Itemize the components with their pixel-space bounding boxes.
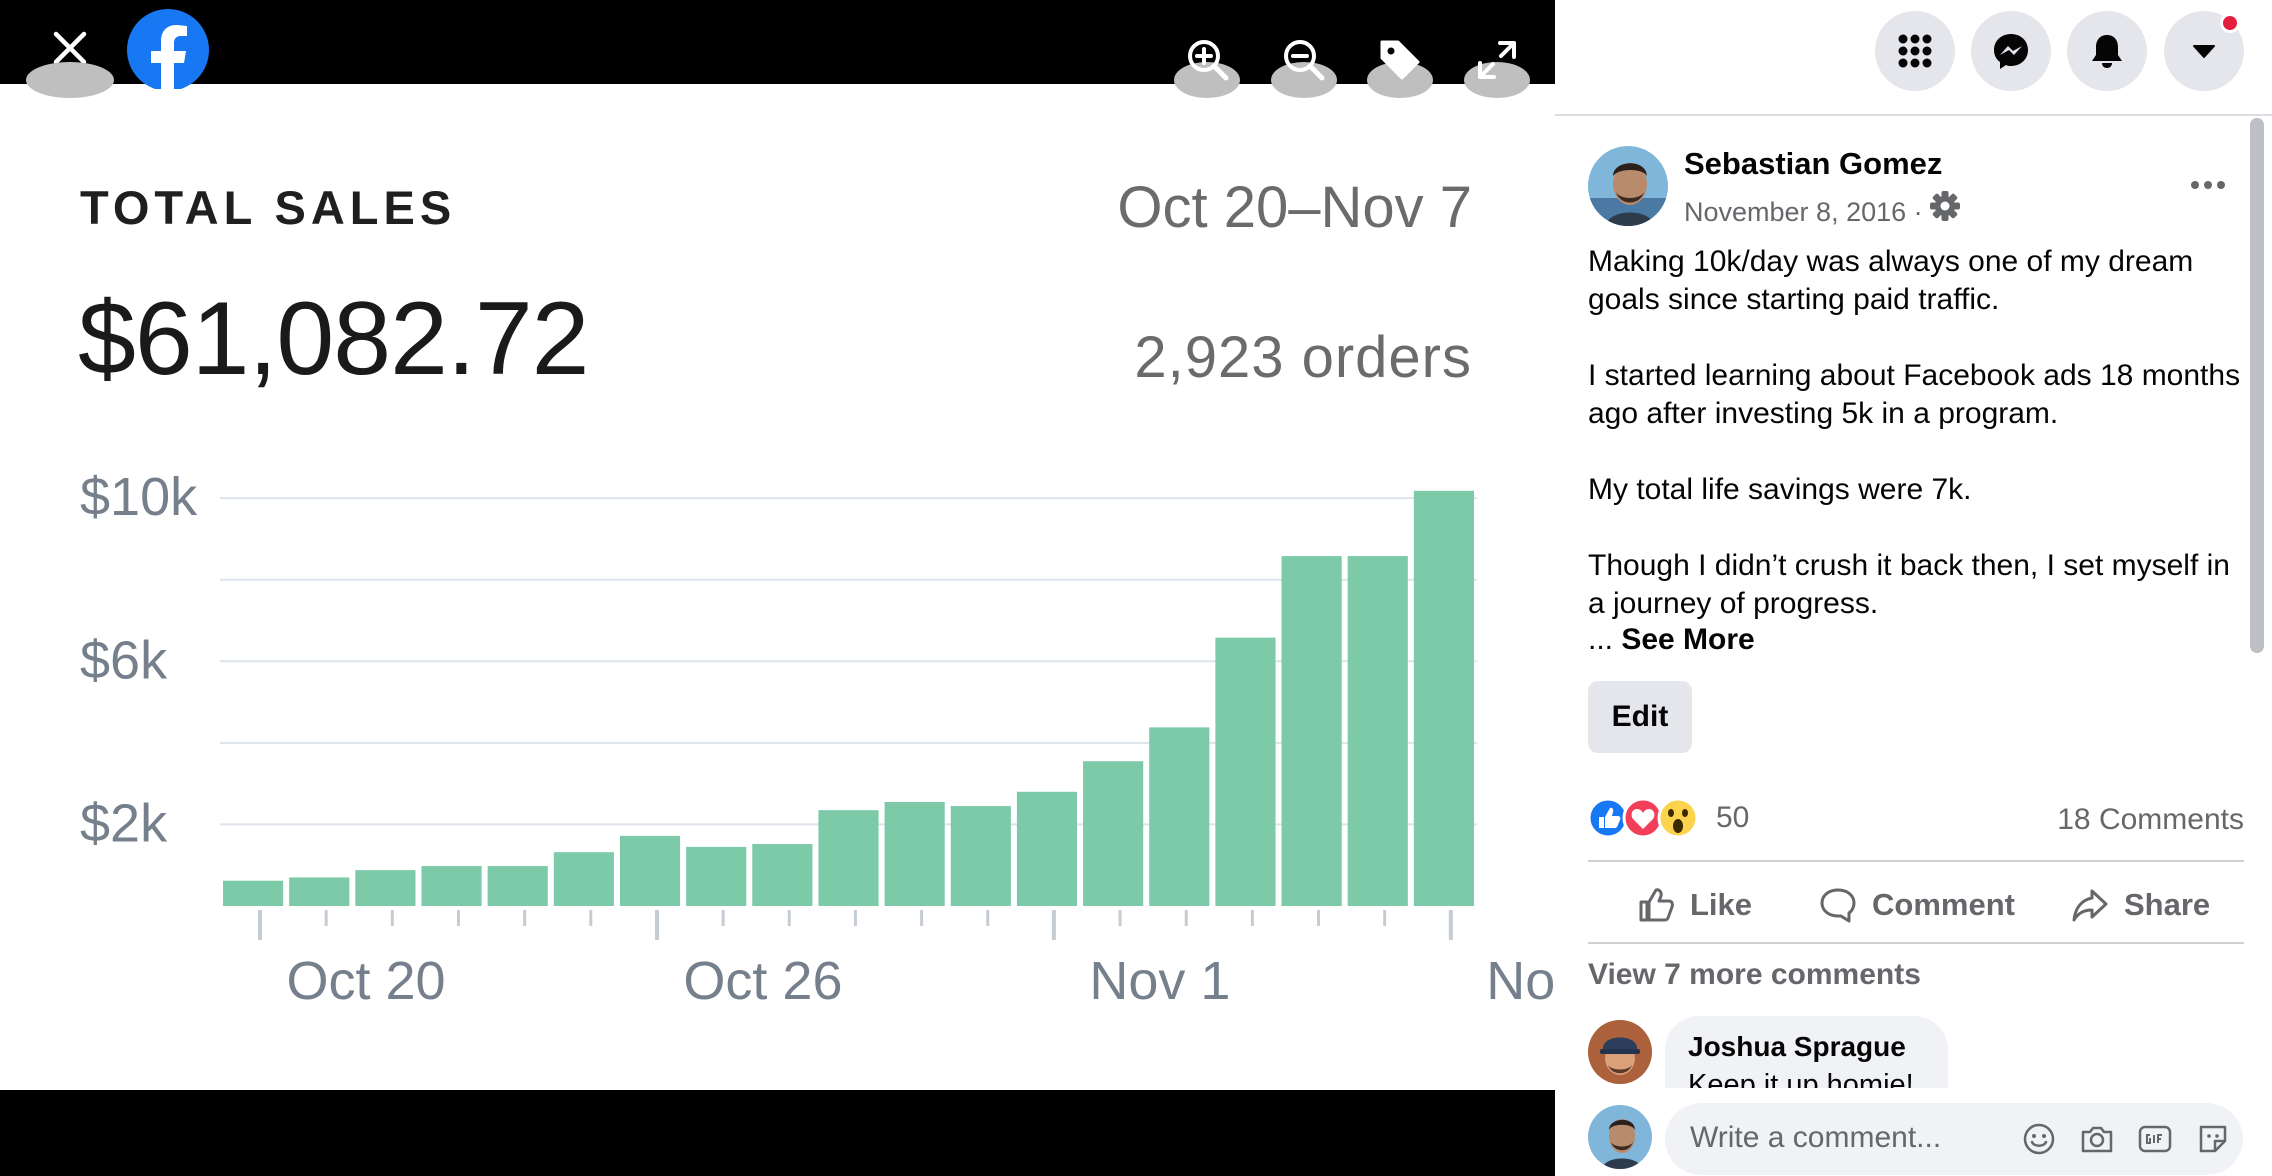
post-date[interactable]: November 8, 2016 · xyxy=(1684,197,1923,228)
date-range: Oct 20–Nov 7 xyxy=(1117,175,1472,240)
chart-bar xyxy=(686,846,747,906)
comment-button[interactable]: Comment xyxy=(1818,880,2015,930)
chart-bar xyxy=(884,802,945,906)
chart-bar xyxy=(752,844,813,906)
reactions-summary[interactable] xyxy=(1587,796,1699,840)
y-tick-label: $10k xyxy=(80,467,198,527)
zoom-out-icon[interactable] xyxy=(1278,34,1330,86)
chart-bar xyxy=(950,806,1011,906)
chart-bar xyxy=(1347,556,1408,906)
chart-bar xyxy=(1149,727,1210,906)
comment-text: Keep it up homie! xyxy=(1688,1069,1914,1088)
post-paragraph: Making 10k/day was always one of my drea… xyxy=(1588,245,2194,316)
love-reaction-icon xyxy=(1622,797,1664,839)
toolbar-shadow xyxy=(26,62,114,98)
scrollbar[interactable] xyxy=(2250,118,2264,653)
chart-bar xyxy=(289,877,350,906)
header-divider xyxy=(1555,114,2272,116)
y-tick-label: $2k xyxy=(80,793,168,853)
tag-icon[interactable] xyxy=(1374,34,1426,86)
gear-icon[interactable] xyxy=(1928,189,1962,223)
messenger-icon[interactable] xyxy=(1971,11,2051,91)
x-tick-label: Oct 20 xyxy=(286,951,445,1011)
post-body: Making 10k/day was always one of my drea… xyxy=(1588,243,2248,623)
like-reaction-icon xyxy=(1587,797,1629,839)
caret-down-icon[interactable] xyxy=(2164,11,2244,91)
notification-dot xyxy=(2220,13,2240,33)
bell-icon[interactable] xyxy=(2067,11,2147,91)
post-paragraph: My total life savings were 7k. xyxy=(1588,473,1972,506)
like-label: Like xyxy=(1690,887,1753,922)
share-label: Share xyxy=(2124,887,2211,922)
author-avatar[interactable] xyxy=(1588,146,1668,226)
commenter-name[interactable]: Joshua Sprague xyxy=(1688,1031,1906,1063)
comment-bubble: Joshua Sprague Keep it up homie! xyxy=(1665,1016,1948,1088)
chart-bar xyxy=(818,810,879,906)
edit-button[interactable]: Edit xyxy=(1588,681,1692,753)
viewer-toolbar xyxy=(0,0,1555,98)
commenter-avatar[interactable] xyxy=(1588,1020,1652,1084)
comment-composer[interactable] xyxy=(1665,1103,2243,1175)
sticker-icon[interactable] xyxy=(2195,1121,2231,1157)
chart-bar xyxy=(1281,556,1342,906)
x-tick-label: Nov 1 xyxy=(1089,951,1230,1011)
chart-bar xyxy=(223,880,284,906)
divider xyxy=(1588,942,2244,944)
divider xyxy=(1588,860,2244,862)
chart-bar xyxy=(355,870,416,906)
sales-amount: $61,082.72 xyxy=(78,281,590,397)
camera-icon[interactable] xyxy=(2079,1121,2115,1157)
chart-bar xyxy=(421,866,482,906)
see-more-link[interactable]: See More xyxy=(1621,623,1754,656)
see-more-ellipsis: ... xyxy=(1588,623,1622,656)
y-tick-label: $6k xyxy=(80,630,168,690)
see-more-row: ... See More xyxy=(1588,623,1755,657)
chart-bar xyxy=(619,835,681,906)
fullscreen-icon[interactable] xyxy=(1471,34,1523,86)
photo-viewer: $10k $6k $2k Oct 20 Oct 26 Nov 1 Nov 7 TOTAL S… xyxy=(0,0,1555,1176)
wow-reaction-icon xyxy=(1657,797,1699,839)
reaction-count[interactable]: 50 xyxy=(1716,801,1749,835)
zoom-in-icon[interactable] xyxy=(1182,34,1234,86)
comment-label: Comment xyxy=(1872,887,2015,922)
current-user-avatar[interactable] xyxy=(1588,1105,1652,1169)
photo: $10k $6k $2k Oct 20 Oct 26 Nov 1 Nov 7 TOTAL S… xyxy=(0,84,1555,1090)
chart-heading: TOTAL SALES xyxy=(80,181,457,234)
emoji-icon[interactable] xyxy=(2021,1121,2057,1157)
view-more-comments-link[interactable]: View 7 more comments xyxy=(1588,958,1921,992)
comment-input[interactable] xyxy=(1690,1121,1990,1155)
orders-count: 2,923 orders xyxy=(1134,325,1472,390)
x-tick-label: Oct 26 xyxy=(683,951,842,1011)
thumbs-up-icon xyxy=(1639,888,1674,922)
chart-bar xyxy=(1016,791,1078,906)
like-button[interactable]: Like xyxy=(1636,880,1752,930)
gif-icon[interactable] xyxy=(2137,1121,2173,1157)
chart-bar xyxy=(1215,637,1276,906)
post-paragraph: I started learning about Facebook ads 18… xyxy=(1588,359,2241,430)
chart-bar xyxy=(1083,761,1144,906)
more-options-icon[interactable] xyxy=(2188,166,2228,204)
author-name[interactable]: Sebastian Gomez xyxy=(1684,146,1942,182)
share-button[interactable]: Share xyxy=(2070,880,2210,930)
menu-grid-icon[interactable] xyxy=(1875,11,1955,91)
comments-count[interactable]: 18 Comments xyxy=(2057,803,2244,837)
share-icon xyxy=(2072,889,2108,922)
post-paragraph: Though I didn’t crush it back then, I se… xyxy=(1588,549,2230,620)
facebook-logo-icon[interactable] xyxy=(127,9,250,93)
x-tick-label: Nov 7 xyxy=(1486,951,1555,1011)
comment-icon xyxy=(1820,888,1856,923)
chart-bar xyxy=(553,852,614,906)
chart-bar xyxy=(1413,490,1474,906)
chart-bar xyxy=(487,866,548,906)
